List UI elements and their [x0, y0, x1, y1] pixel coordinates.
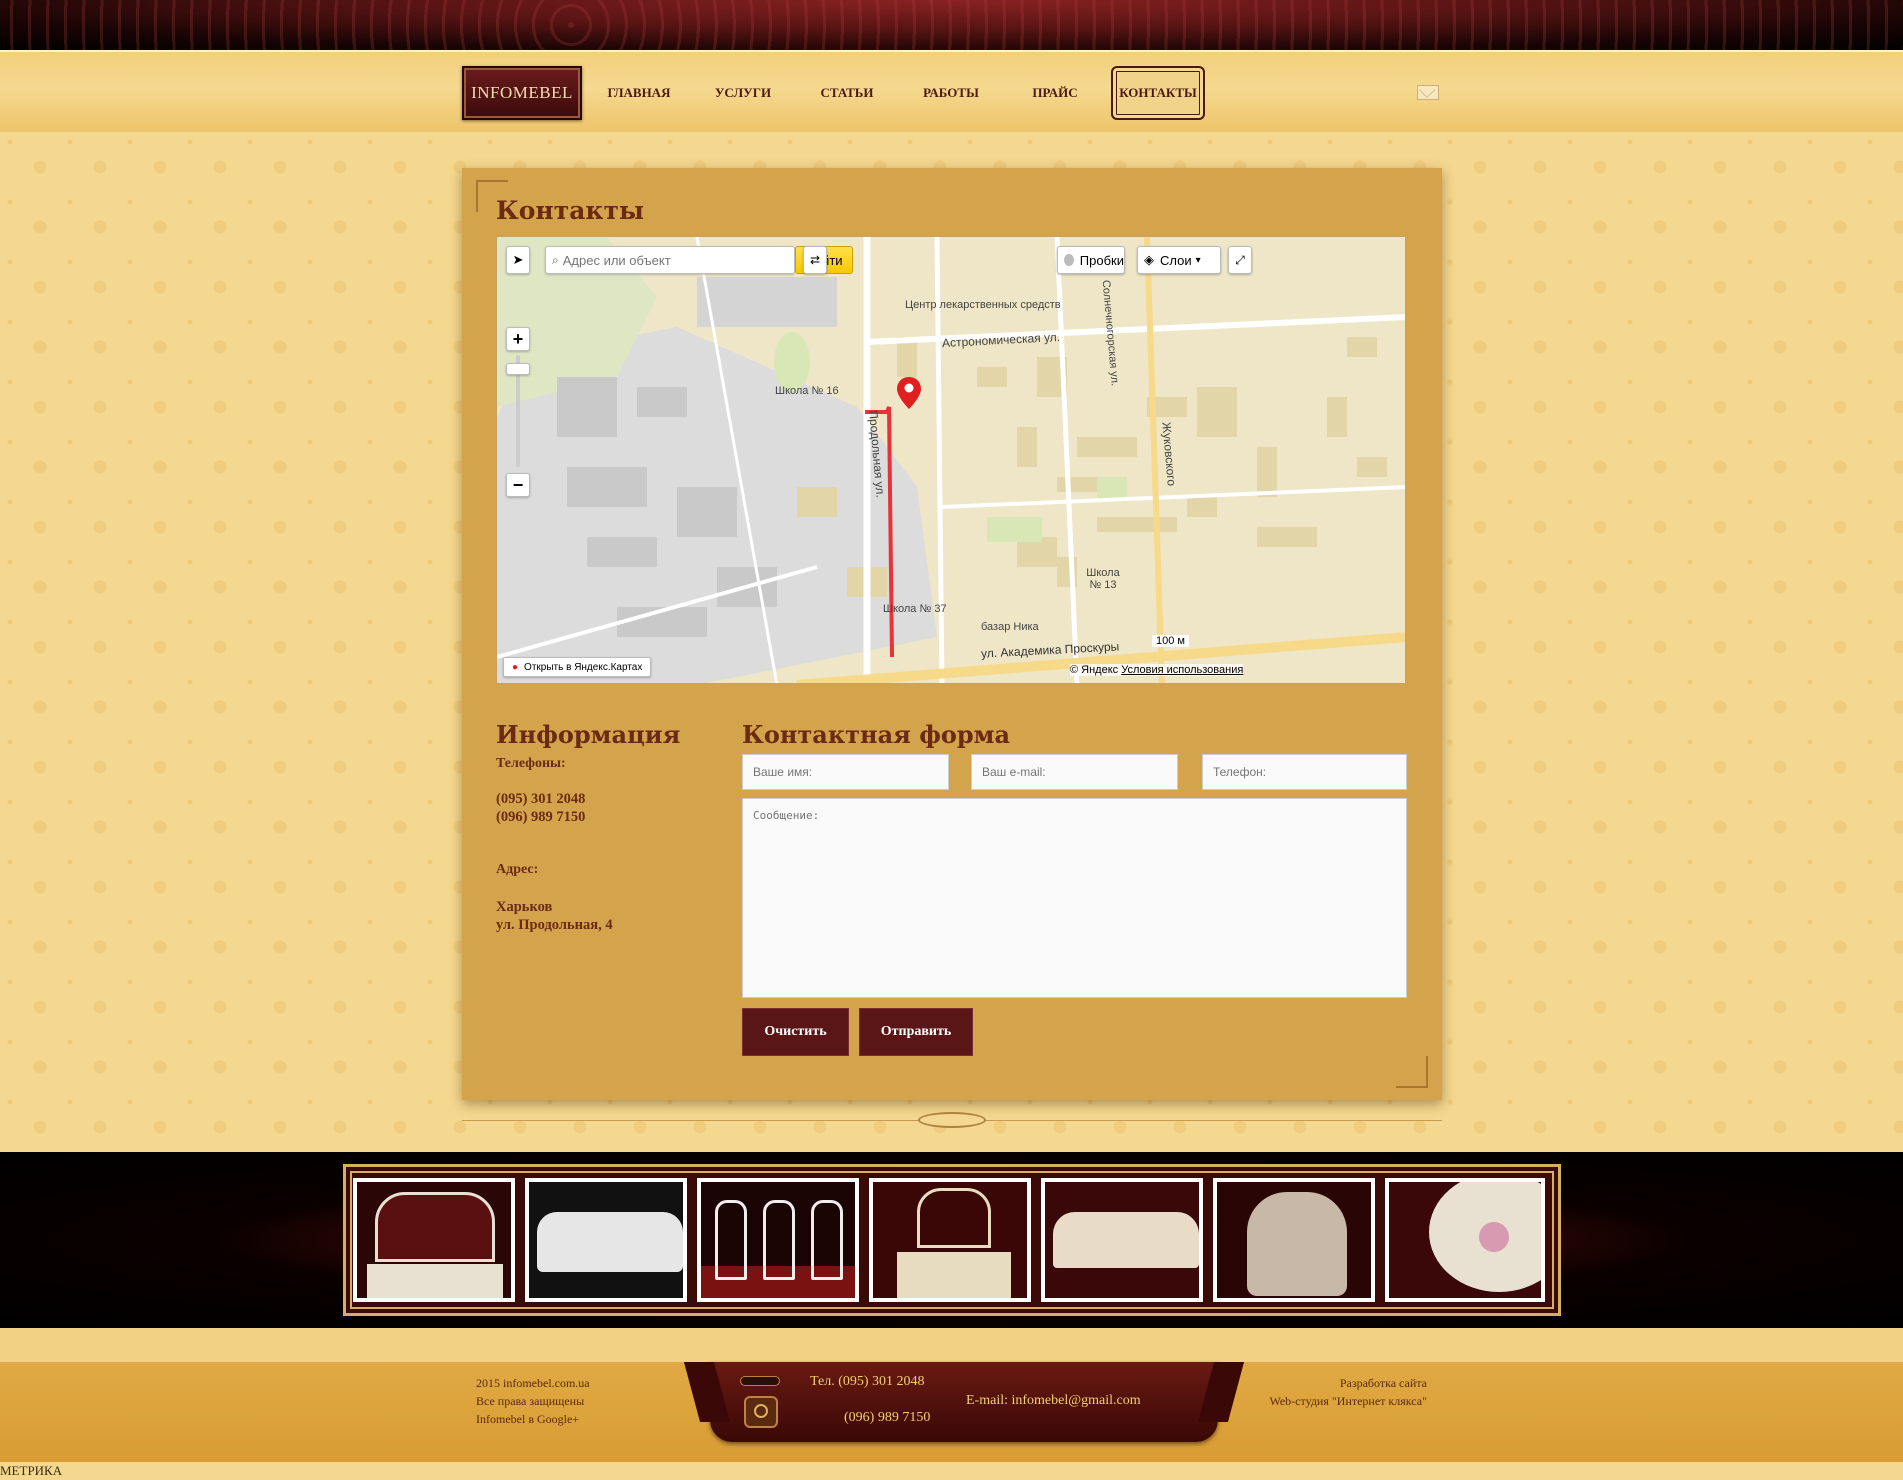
footer-phone-1: Тел. (095) 301 2048	[810, 1374, 925, 1389]
map-label: Школа № 13	[1086, 567, 1120, 591]
name-field[interactable]	[742, 754, 949, 790]
route-button[interactable]: ⇄	[803, 246, 827, 274]
footer-email[interactable]: E-mail: infomebel@gmail.com	[966, 1393, 1141, 1409]
message-field[interactable]	[742, 798, 1407, 998]
map-search-box[interactable]: ⌕	[545, 246, 795, 274]
top-banner	[0, 0, 1903, 50]
nav-articles[interactable]: СТАТЬИ	[806, 66, 888, 120]
layers-label: Слои	[1160, 252, 1192, 268]
zoom-slider-handle[interactable]	[506, 363, 530, 375]
plus-icon: +	[512, 328, 524, 349]
zoom-out-button[interactable]: −	[506, 473, 530, 497]
send-button[interactable]: Отправить	[859, 1008, 973, 1056]
content-panel: Контакты ➤ ⌕ Адрес или объект ⇄ Пробки ◈…	[462, 168, 1442, 1100]
gallery-thumb[interactable]	[1213, 1178, 1375, 1302]
pin-icon: ●	[512, 661, 519, 673]
map-search-input[interactable]	[558, 248, 794, 272]
chevron-down-icon: ▾	[1195, 254, 1201, 266]
telephone-icon	[740, 1368, 782, 1430]
gallery-thumb[interactable]	[353, 1178, 515, 1302]
email-field[interactable]	[971, 754, 1178, 790]
mail-icon[interactable]	[1417, 85, 1439, 100]
corner-ornament	[1396, 1056, 1428, 1088]
layers-button[interactable]: ◈ Слои ▾	[1137, 246, 1221, 274]
nav-services[interactable]: УСЛУГИ	[702, 66, 784, 120]
footer-google-link[interactable]: Infomebel в Google+	[476, 1410, 579, 1428]
traffic-label: Пробки	[1079, 252, 1124, 268]
zoom-in-button[interactable]: +	[506, 327, 530, 351]
open-in-yandex-label: Открыть в Яндекс.Картах	[524, 661, 643, 673]
map-terms-link[interactable]: Условия использования	[1121, 664, 1243, 676]
page-title: Контакты	[496, 196, 645, 225]
minus-icon: −	[512, 474, 524, 495]
footer-phone-2: (096) 989 7150	[844, 1410, 931, 1425]
route-icon: ⇄	[809, 253, 821, 267]
phone-field[interactable]	[1202, 754, 1407, 790]
footer-band	[0, 1328, 1903, 1362]
metrika-link[interactable]: МЕТРИКА	[0, 1463, 62, 1479]
phones-label: Телефоны:	[496, 756, 566, 771]
map-label: базар Ника	[981, 621, 1039, 633]
geolocation-button[interactable]: ➤	[506, 246, 530, 274]
gallery-thumb[interactable]	[869, 1178, 1031, 1302]
gallery-thumb[interactable]	[525, 1178, 687, 1302]
arrow-icon: ➤	[512, 252, 524, 267]
map-label: Школа № 37	[883, 603, 947, 615]
search-icon: ⌕	[552, 252, 559, 267]
layers-icon: ◈	[1144, 252, 1154, 267]
divider-ornament	[918, 1112, 986, 1128]
gallery-thumb[interactable]	[697, 1178, 859, 1302]
footer-dev-label: Разработка сайта	[1339, 1376, 1427, 1390]
nav-price[interactable]: ПРАЙС	[1014, 66, 1096, 120]
logo[interactable]: INFOMEBEL	[462, 66, 582, 120]
expand-icon: ⤢	[1235, 252, 1245, 267]
clear-button[interactable]: Очистить	[742, 1008, 849, 1056]
phone-1: (095) 301 2048	[496, 791, 586, 807]
map-copyright: © Яндекс Условия использования	[1070, 664, 1244, 676]
footer-contact-box	[710, 1362, 1218, 1442]
fullscreen-button[interactable]: ⤢	[1228, 246, 1252, 274]
traffic-icon	[1064, 254, 1074, 266]
footer-copyright: 2015 infomebel.com.ua	[476, 1376, 590, 1390]
gallery-thumb[interactable]	[1041, 1178, 1203, 1302]
traffic-button[interactable]: Пробки	[1057, 246, 1125, 274]
footer-dev-studio[interactable]: Web-студия "Интернет клякса"	[1269, 1392, 1427, 1410]
form-title: Контактная форма	[742, 720, 1011, 749]
address-label: Адрес:	[496, 862, 539, 877]
nav-contacts[interactable]: КОНТАКТЫ	[1111, 66, 1205, 120]
gallery-thumb[interactable]	[1385, 1178, 1545, 1302]
map-copyright-text: © Яндекс	[1070, 664, 1119, 676]
map-scale: 100 м	[1152, 635, 1189, 647]
map-label: Школа № 16	[775, 385, 839, 397]
nav-home[interactable]: ГЛАВНАЯ	[598, 66, 680, 120]
address-city: Харьков	[496, 899, 553, 915]
open-in-yandex-link[interactable]: ● Открыть в Яндекс.Картах	[503, 657, 652, 677]
map-label: Центр лекарственных средств	[905, 299, 1061, 311]
phone-2: (096) 989 7150	[496, 809, 586, 825]
info-title: Информация	[496, 720, 681, 749]
yandex-map[interactable]: ➤ ⌕ Найти ⇄ Пробки ◈ Слои ▾ ⤢ + − Центр …	[496, 236, 1406, 684]
bottom-strip	[0, 1462, 1903, 1480]
address-street: ул. Продольная, 4	[496, 917, 613, 933]
nav-works[interactable]: РАБОТЫ	[910, 66, 992, 120]
footer-rights: Все права защищены	[476, 1394, 585, 1408]
